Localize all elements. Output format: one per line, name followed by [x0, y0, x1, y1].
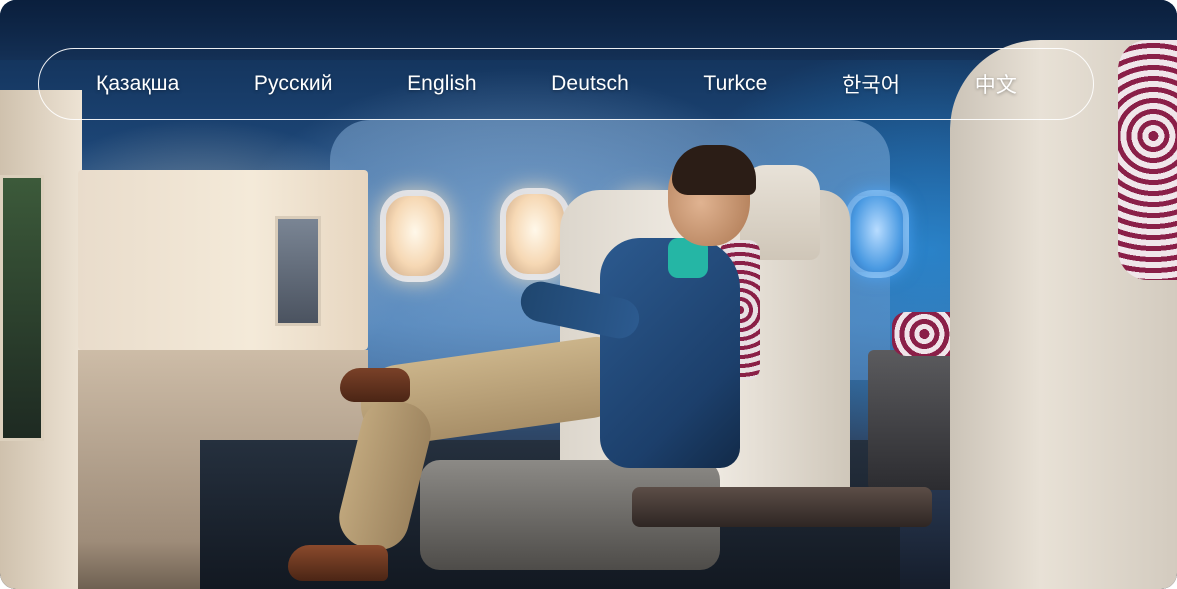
- foreground-seat-pattern: [1118, 40, 1177, 280]
- entertainment-screen: [275, 216, 321, 326]
- language-option-kazakh[interactable]: Қазақша: [96, 72, 179, 96]
- cabin-window: [380, 190, 450, 282]
- passenger-shoe: [288, 545, 388, 581]
- language-option-german[interactable]: Deutsch: [551, 72, 629, 96]
- language-option-russian[interactable]: Русский: [254, 72, 333, 96]
- hero-banner: Қазақша Русский English Deutsch Turkce 한…: [0, 0, 1177, 589]
- seat-armrest: [632, 487, 932, 527]
- language-option-korean[interactable]: 한국어: [842, 69, 900, 99]
- seat-monitor: [0, 175, 44, 441]
- language-option-chinese[interactable]: 中文: [975, 69, 1017, 99]
- passenger-hair: [672, 145, 756, 195]
- language-option-turkish[interactable]: Turkce: [703, 72, 767, 96]
- side-cabinet: [78, 170, 368, 350]
- language-option-english[interactable]: English: [407, 72, 477, 96]
- language-selector: Қазақша Русский English Deutsch Turkce 한…: [38, 48, 1094, 120]
- passenger-shoe: [340, 368, 410, 402]
- cabin-window: [845, 190, 909, 278]
